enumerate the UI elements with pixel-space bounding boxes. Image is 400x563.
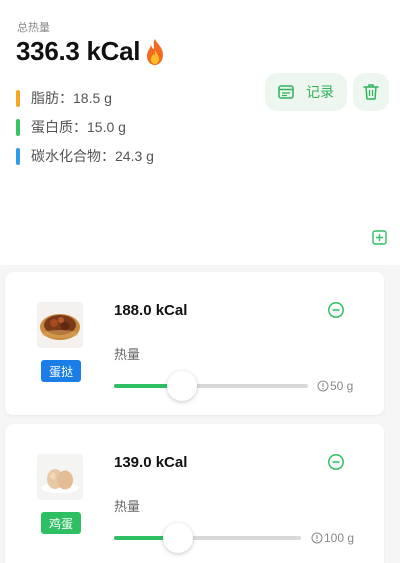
fire-icon xyxy=(142,38,168,66)
minus-circle-icon xyxy=(328,454,344,470)
food-tag: 蛋挞 xyxy=(41,360,82,382)
food-card: 鸡蛋 139.0 kCal 热量 100 g xyxy=(5,424,384,563)
remove-food-button[interactable] xyxy=(327,301,345,319)
food-card: 蛋挞 188.0 kCal 热量 50 g xyxy=(5,272,384,415)
trash-icon xyxy=(363,84,379,100)
macro-carb: 碳水化合物：24.3 g xyxy=(16,146,154,166)
fat-color-bar xyxy=(16,89,20,107)
record-label: 记录 xyxy=(306,84,334,100)
food-weight-value: 100 g xyxy=(324,531,355,545)
meal-calorie-page: 总热量 336.3 kCal 脂肪：18.5 g 蛋白质：15.0 g 碳水化合… xyxy=(0,0,400,563)
egg-image xyxy=(37,454,83,500)
carb-color-bar xyxy=(16,147,20,165)
macro-fat: 脂肪：18.5 g xyxy=(16,88,112,108)
minus-circle-icon xyxy=(328,302,344,318)
info-icon xyxy=(311,532,323,544)
plus-square-icon xyxy=(372,230,387,245)
protein-color-bar xyxy=(16,118,20,136)
heat-label: 热量 xyxy=(114,499,141,514)
heat-label: 热量 xyxy=(114,347,141,362)
remove-food-button[interactable] xyxy=(327,453,345,471)
slider-thumb[interactable] xyxy=(162,523,193,553)
fat-label: 脂肪：18.5 g xyxy=(31,90,112,106)
protein-label: 蛋白质：15.0 g xyxy=(31,119,126,135)
food-weight: 100 g xyxy=(311,531,354,545)
food-weight-value: 50 g xyxy=(330,379,354,393)
macro-protein: 蛋白质：15.0 g xyxy=(16,117,126,137)
total-calories-value: 336.3 kCal xyxy=(16,36,141,66)
total-calories-label: 总热量 xyxy=(17,22,50,34)
info-icon xyxy=(317,380,329,392)
record-button[interactable]: 记录 xyxy=(265,73,347,111)
food-tag: 鸡蛋 xyxy=(41,512,82,534)
total-calories: 336.3 kCal xyxy=(16,36,168,67)
weight-slider[interactable] xyxy=(114,523,301,553)
nutrition-summary: 总热量 336.3 kCal 脂肪：18.5 g 蛋白质：15.0 g 碳水化合… xyxy=(0,0,400,265)
egg-tart-image xyxy=(37,302,83,348)
delete-button[interactable] xyxy=(353,73,389,111)
food-calories: 188.0 kCal xyxy=(114,302,188,319)
food-weight: 50 g xyxy=(317,379,353,393)
weight-slider[interactable] xyxy=(114,371,308,401)
food-calories: 139.0 kCal xyxy=(114,454,188,471)
add-food-button[interactable] xyxy=(372,230,387,245)
note-icon xyxy=(278,85,294,99)
slider-thumb[interactable] xyxy=(166,371,197,401)
carb-label: 碳水化合物：24.3 g xyxy=(31,148,154,164)
